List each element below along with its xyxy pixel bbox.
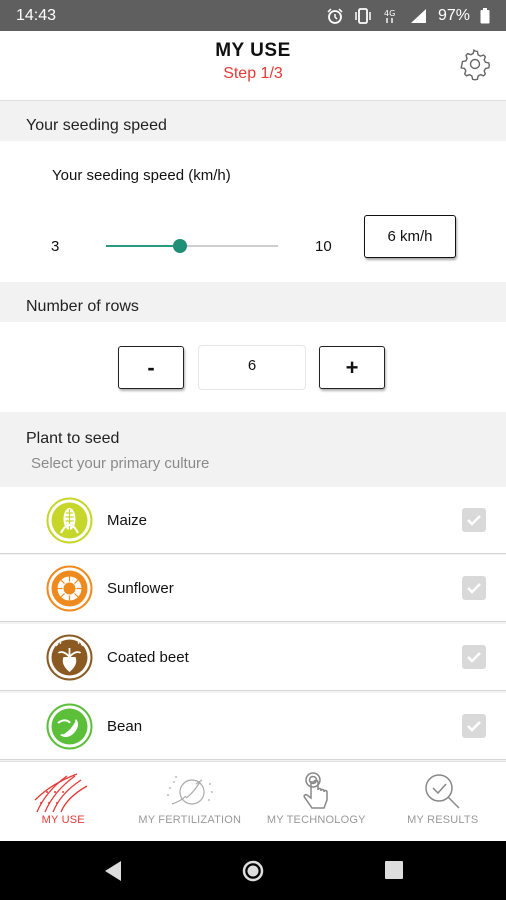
slider-fill bbox=[106, 245, 180, 247]
checkbox[interactable] bbox=[462, 508, 486, 532]
check-icon bbox=[467, 652, 481, 663]
plant-section-title: Plant to seed bbox=[26, 430, 120, 447]
battery-icon bbox=[480, 7, 490, 23]
speed-panel bbox=[0, 141, 506, 282]
recents-icon[interactable] bbox=[384, 860, 404, 880]
plant-name: Bean bbox=[107, 718, 143, 735]
tab-my-technology[interactable]: MY TECHNOLOGY bbox=[253, 762, 380, 841]
plant-name: Coated beet bbox=[107, 649, 189, 666]
beet-icon bbox=[46, 634, 93, 681]
rows-value-field[interactable]: 6 bbox=[198, 345, 306, 390]
check-icon bbox=[467, 515, 481, 526]
tab-my-use[interactable]: MY USE bbox=[0, 762, 127, 841]
speed-label: Your seeding speed (km/h) bbox=[52, 167, 231, 184]
plant-subtitle: Select your primary culture bbox=[31, 455, 210, 472]
fertilizer-spread-icon bbox=[166, 776, 213, 805]
4g-icon: 4G bbox=[384, 9, 395, 23]
app-header: MY USE Step 1/3 bbox=[0, 31, 506, 101]
bottom-tab-bar: MY USE MY FERTILIZATION MY TECHNOLOGY MY… bbox=[0, 761, 506, 841]
checkbox[interactable] bbox=[462, 714, 486, 738]
vibrate-icon bbox=[355, 7, 371, 24]
field-rows-icon bbox=[34, 773, 88, 813]
tab-label: MY USE bbox=[41, 814, 85, 826]
tab-label: MY TECHNOLOGY bbox=[266, 814, 366, 826]
increment-rows-button[interactable]: + bbox=[319, 346, 385, 389]
back-icon[interactable] bbox=[103, 860, 123, 882]
speed-slider[interactable] bbox=[106, 236, 278, 256]
home-icon[interactable] bbox=[242, 860, 264, 882]
alarm-icon bbox=[327, 7, 343, 24]
speed-value-box[interactable]: 6 km/h bbox=[364, 215, 456, 258]
slider-thumb[interactable] bbox=[172, 239, 187, 253]
speed-section-title: Your seeding speed bbox=[26, 117, 167, 134]
plant-item-bean[interactable]: Bean bbox=[0, 693, 506, 760]
tab-my-results[interactable]: MY RESULTS bbox=[380, 762, 506, 841]
tab-my-fertilization[interactable]: MY FERTILIZATION bbox=[127, 762, 254, 841]
status-time: 14:43 bbox=[16, 6, 57, 24]
signal-icon bbox=[410, 8, 426, 23]
check-icon bbox=[467, 583, 481, 594]
speed-max-label: 10 bbox=[315, 238, 332, 255]
plant-item-coated-beet[interactable]: Coated beet bbox=[0, 624, 506, 691]
battery-percent: 97% bbox=[437, 6, 470, 24]
status-bar: 14:43 4G 97% bbox=[0, 0, 506, 31]
plant-item-sunflower[interactable]: Sunflower bbox=[0, 555, 506, 622]
maize-icon bbox=[46, 497, 93, 544]
check-icon bbox=[467, 721, 481, 732]
system-navigation-bar bbox=[0, 841, 506, 900]
checkbox[interactable] bbox=[462, 645, 486, 669]
rows-section-title: Number of rows bbox=[26, 298, 139, 315]
touch-hand-icon bbox=[303, 772, 328, 809]
speed-min-label: 3 bbox=[51, 238, 60, 255]
plant-name: Maize bbox=[107, 512, 148, 529]
svg-text:4G: 4G bbox=[384, 9, 395, 18]
tab-label: MY RESULTS bbox=[407, 814, 479, 826]
plant-name: Sunflower bbox=[107, 580, 174, 597]
bean-icon bbox=[46, 703, 93, 750]
decrement-rows-button[interactable]: - bbox=[118, 346, 184, 389]
checkbox[interactable] bbox=[462, 576, 486, 600]
magnifier-check-icon bbox=[425, 774, 460, 809]
sunflower-icon bbox=[46, 565, 93, 612]
gear-icon[interactable] bbox=[458, 47, 492, 81]
tab-label: MY FERTILIZATION bbox=[138, 814, 242, 826]
step-indicator: Step 1/3 bbox=[223, 65, 283, 82]
plant-item-maize[interactable]: Maize bbox=[0, 487, 506, 554]
page-title: MY USE bbox=[215, 40, 291, 61]
